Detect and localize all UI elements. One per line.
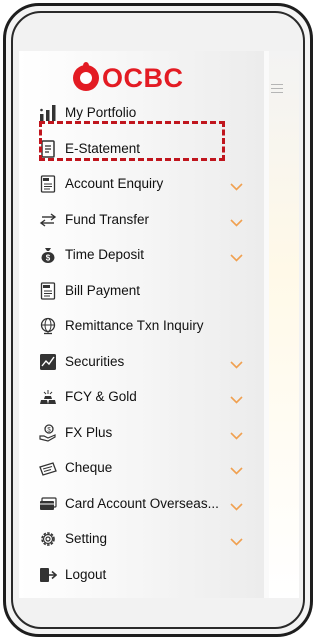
main-content-area xyxy=(269,51,299,598)
menu-item-account-enquiry[interactable]: Account Enquiry xyxy=(19,166,264,202)
menu-item-label: Cheque xyxy=(65,460,113,476)
cheque-icon xyxy=(39,459,57,477)
hand-coin-icon: $ xyxy=(39,423,57,442)
menu-item-label: Remittance Txn Inquiry xyxy=(65,318,204,334)
menu-item-label: My Portfolio xyxy=(65,105,137,121)
menu-item-label: Time Deposit xyxy=(65,247,145,263)
menu-item-setting[interactable]: Setting xyxy=(19,521,264,557)
chevron-down-icon[interactable] xyxy=(230,249,243,267)
menu-item-label: Fund Transfer xyxy=(65,211,150,227)
menu-item-fx-plus[interactable]: $ FX Plus xyxy=(19,415,264,451)
menu-item-bill-payment[interactable]: Bill Payment xyxy=(19,273,264,309)
money-bag-icon: $ xyxy=(39,246,57,264)
svg-text:$: $ xyxy=(46,254,51,263)
chevron-down-icon[interactable] xyxy=(230,356,243,374)
menu-item-label: Setting xyxy=(65,531,108,547)
gold-bars-icon xyxy=(39,388,57,406)
menu-item-label: Card Account Overseas... xyxy=(65,495,219,511)
transfer-arrows-icon xyxy=(39,211,57,229)
menu-item-time-deposit[interactable]: $ Time Deposit xyxy=(19,237,264,273)
card-icon xyxy=(39,495,57,513)
bill-icon xyxy=(39,281,57,300)
menu-item-fund-transfer[interactable]: Fund Transfer xyxy=(19,202,264,238)
side-drawer: OCBC My Portfolio E-Statement Account En… xyxy=(19,51,264,598)
chevron-down-icon[interactable] xyxy=(230,498,243,516)
chevron-down-icon[interactable] xyxy=(230,178,243,196)
ocbc-logo: OCBC xyxy=(73,62,184,93)
chevron-down-icon[interactable] xyxy=(230,533,243,551)
menu-item-fcy-gold[interactable]: FCY & Gold xyxy=(19,379,264,415)
menu-item-label: FCY & Gold xyxy=(65,389,137,405)
menu-item-label: FX Plus xyxy=(65,424,113,440)
menu-item-card-account-overseas[interactable]: Card Account Overseas... xyxy=(19,486,264,522)
menu-item-cheque[interactable]: Cheque xyxy=(19,450,264,486)
menu-item-label: Logout xyxy=(65,566,107,582)
globe-icon xyxy=(39,317,57,335)
menu-item-logout[interactable]: Logout xyxy=(19,557,264,593)
chevron-down-icon[interactable] xyxy=(230,214,243,232)
chevron-down-icon[interactable] xyxy=(230,427,243,445)
menu-item-label: Securities xyxy=(65,353,125,369)
menu-item-remittance-txn-inquiry[interactable]: Remittance Txn Inquiry xyxy=(19,308,264,344)
menu-item-label: Bill Payment xyxy=(65,282,141,298)
logout-icon xyxy=(39,566,57,584)
menu-item-securities[interactable]: Securities xyxy=(19,344,264,380)
gear-icon xyxy=(39,530,57,548)
chevron-down-icon[interactable] xyxy=(230,391,243,409)
hamburger-menu-icon[interactable] xyxy=(271,84,283,96)
app-screen: OCBC My Portfolio E-Statement Account En… xyxy=(19,51,299,598)
menu-item-label: Account Enquiry xyxy=(65,176,164,192)
securities-chart-icon xyxy=(39,353,57,371)
ocbc-logo-mark xyxy=(73,62,99,91)
chevron-down-icon[interactable] xyxy=(230,462,243,480)
ocbc-logo-text: OCBC xyxy=(102,62,184,93)
acc-document-icon xyxy=(39,175,57,193)
drawer-menu: My Portfolio E-Statement Account Enquiry xyxy=(19,95,264,592)
bar-chart-icon xyxy=(39,104,57,122)
e-statement-highlight-box xyxy=(39,121,225,161)
